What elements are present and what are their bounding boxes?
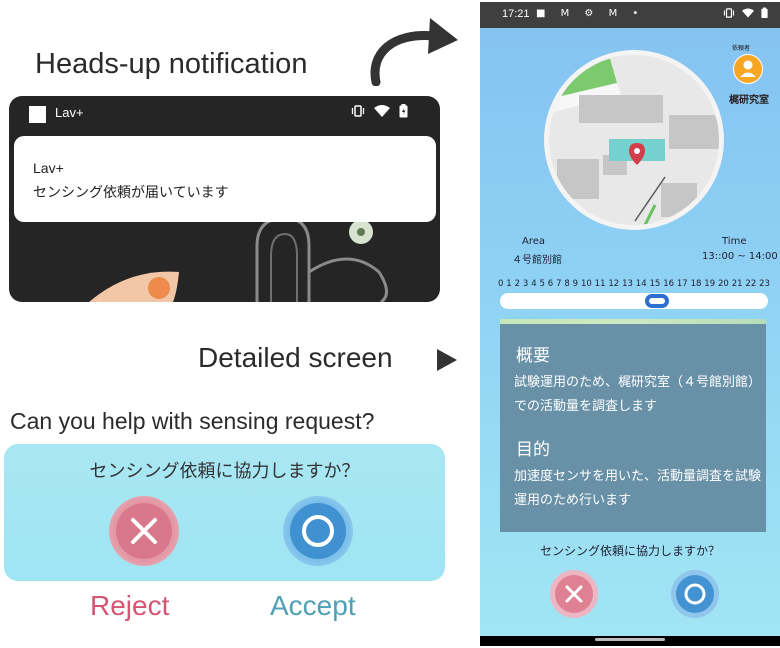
phone-reject-core — [555, 575, 593, 613]
request-panel: センシング依頼に協力しますか？ — [4, 444, 445, 581]
notification-card[interactable]: Lav+ センシング依頼が届いています — [14, 136, 436, 222]
accept-button-core — [290, 503, 346, 559]
timeline-thumb-grip — [649, 298, 666, 304]
hour-tick: 16 — [663, 279, 675, 289]
hour-tick: 22 — [745, 279, 757, 289]
hour-ticks: 0 1 2 3 4 5 6 7 8 9 10 11 12 13 14 15 16 17 18 19 20 21 22 23 — [498, 279, 770, 289]
info-panel-accent — [500, 319, 766, 324]
hour-tick: 10 — [580, 279, 592, 289]
status-app-name: Lav+ — [55, 105, 84, 120]
purpose-body: 加速度センサを用いた、活動量調査を試験運用のため行います — [514, 469, 762, 508]
area-map[interactable] — [544, 50, 724, 230]
hour-tick: 23 — [759, 279, 770, 289]
hour-tick: 7 — [556, 279, 562, 289]
panel-question: センシング依頼に協力しますか？ — [89, 461, 360, 482]
accept-button[interactable] — [283, 496, 353, 566]
circle-icon — [302, 515, 334, 547]
timeline-slider[interactable] — [500, 293, 768, 309]
area-label: Area — [522, 236, 546, 247]
x-icon — [565, 585, 583, 603]
status-system-icons — [723, 7, 768, 19]
requester-name: 梶研究室 — [729, 95, 769, 106]
wifi-icon — [742, 8, 754, 18]
curved-arrow-icon — [370, 18, 458, 86]
navigation-bar — [480, 636, 780, 646]
requester-caption: 依頼者 — [732, 45, 751, 52]
triangle-right-icon — [437, 349, 457, 371]
battery-icon — [399, 104, 408, 118]
detailed-screen-label: Detailed screen — [198, 342, 393, 373]
status-notification-icons: ■ M ⚙ M • — [536, 8, 645, 19]
hour-tick: 2 — [514, 279, 521, 289]
hour-tick: 0 — [498, 279, 504, 289]
phone-accept-core — [676, 575, 714, 613]
person-icon — [734, 55, 762, 83]
hour-tick: 3 — [522, 279, 529, 289]
notification-app-name: Lav+ — [33, 160, 64, 176]
app-square-icon — [29, 106, 46, 123]
hour-tick: 13 — [622, 279, 633, 289]
vibrate-icon — [351, 105, 365, 117]
phone-detail-screen: 17:21 ■ M ⚙ M • 依頼者 梶研究室 Area ４号館別館 Time… — [480, 2, 780, 646]
info-panel: 概要 試験運用のため、梶研究室（４号館別館）での活動量を調査します 目的 加速度… — [500, 319, 766, 532]
reject-button[interactable] — [109, 496, 179, 566]
summary-title: 概要 — [516, 346, 550, 366]
heads-up-title: Heads-up notification — [35, 48, 308, 80]
accept-label: Accept — [270, 590, 356, 621]
status-bar: Lav+ — [9, 96, 440, 130]
timeline-thumb[interactable] — [645, 294, 670, 308]
purpose-title: 目的 — [516, 440, 550, 460]
hour-tick: 14 — [635, 279, 647, 289]
notification-message: センシング依頼が届いています — [33, 185, 229, 201]
hour-tick: 19 — [704, 279, 716, 289]
status-time: 17:21 — [502, 8, 530, 20]
wifi-icon — [374, 105, 390, 117]
hour-tick: 12 — [608, 279, 620, 289]
reject-button-core — [116, 503, 172, 559]
hour-tick: 15 — [649, 279, 661, 289]
help-question: Can you help with sensing request? — [10, 408, 375, 434]
avatar[interactable] — [733, 54, 763, 84]
map-graphic — [549, 55, 719, 225]
time-value: 13::00 ~ 14:00 — [702, 251, 778, 262]
phone-accept-button[interactable] — [671, 570, 719, 618]
battery-icon — [761, 7, 768, 19]
hour-tick: 20 — [718, 279, 729, 289]
area-value: ４号館別館 — [512, 255, 562, 266]
hour-tick: 21 — [731, 279, 743, 289]
time-label: Time — [722, 236, 747, 247]
hour-tick: 6 — [547, 279, 554, 289]
hour-tick: 1 — [506, 279, 512, 289]
status-icons — [351, 104, 408, 118]
summary-body: 試験運用のため、梶研究室（４号館別館）での活動量を調査します — [514, 375, 762, 414]
home-handle[interactable] — [595, 638, 665, 641]
hour-tick: 8 — [564, 279, 570, 289]
phone-question: センシング依頼に協力しますか？ — [539, 544, 720, 558]
hour-tick: 5 — [539, 279, 545, 289]
hour-tick: 4 — [531, 279, 537, 289]
hour-tick: 9 — [572, 279, 579, 289]
hour-tick: 11 — [594, 279, 606, 289]
x-icon — [131, 518, 157, 544]
phone-status-bar: 17:21 ■ M ⚙ M • — [480, 2, 780, 28]
hour-tick: 17 — [676, 279, 688, 289]
phone-reject-button[interactable] — [550, 570, 598, 618]
hour-tick: 18 — [690, 279, 702, 289]
reject-label: Reject — [90, 590, 170, 621]
circle-icon — [684, 583, 706, 605]
vibrate-icon — [723, 8, 735, 18]
